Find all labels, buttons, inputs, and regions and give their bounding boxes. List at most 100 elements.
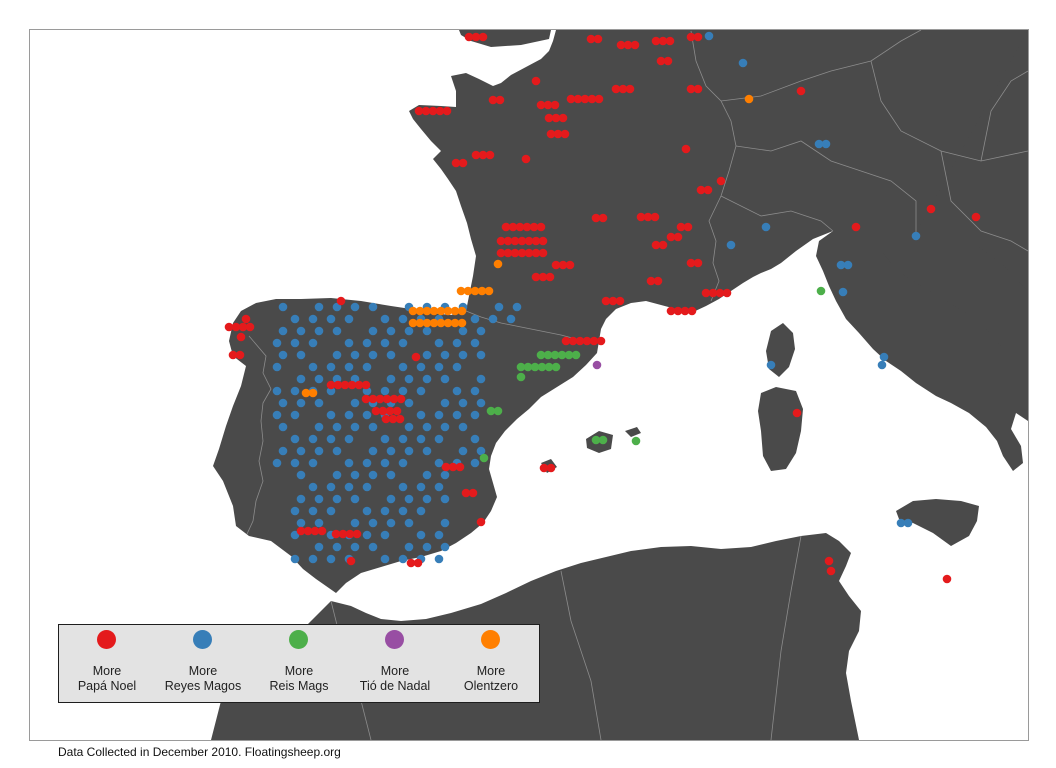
map-point [650,212,660,222]
map-point [398,482,408,492]
map-point [398,434,408,444]
map-point [362,458,372,468]
legend-item: More Tió de Nadal [347,625,443,702]
map-point [673,232,683,242]
map-point [314,446,324,456]
map-point [821,139,831,149]
map-point [290,434,300,444]
map-point [516,372,526,382]
map-point [380,506,390,516]
map-point [550,100,560,110]
map-point [455,462,465,472]
map-point [476,517,486,527]
map-point [458,398,468,408]
map-point [386,470,396,480]
map-point [434,554,444,564]
map-point [361,380,371,390]
map-point [332,494,342,504]
map-point [308,388,318,398]
map-point [278,446,288,456]
map-point [470,410,480,420]
legend-label: More Reyes Magos [164,664,242,693]
map-point [346,556,356,566]
legend-swatch [193,630,212,649]
map-point [593,34,603,44]
map-point [332,470,342,480]
map-point [434,338,444,348]
map-point [478,32,488,42]
map-point [332,326,342,336]
map-point [241,314,251,324]
map-point [398,458,408,468]
map-point [551,362,561,372]
map-point [350,494,360,504]
map-point [290,458,300,468]
map-point [416,482,426,492]
map-point [506,314,516,324]
map-point [386,374,396,384]
map-point [422,326,432,336]
map-point [538,236,548,246]
map-point [653,276,663,286]
map-point [458,422,468,432]
map-point [314,542,324,552]
map-point [826,566,836,576]
map-point [703,185,713,195]
map-point [362,410,372,420]
map-point [368,470,378,480]
legend-item: More Reyes Magos [155,625,251,702]
map-point [457,318,467,328]
map-point [236,332,246,342]
map-point [336,296,346,306]
map-point [290,386,300,396]
map-point [278,326,288,336]
map-point [308,434,318,444]
map-point [416,386,426,396]
map-point [452,362,462,372]
map-point [942,574,952,584]
map-point [296,350,306,360]
map-point [663,56,673,66]
map-point [332,446,342,456]
map-point [416,410,426,420]
map-point [392,406,402,416]
map-point [344,338,354,348]
map-point [484,286,494,296]
map-point [362,338,372,348]
map-point [442,106,452,116]
map-point [681,144,691,154]
map-point [545,272,555,282]
map-point [658,240,668,250]
map-point [380,386,390,396]
map-point [877,360,887,370]
map-point [538,248,548,258]
map-point [386,494,396,504]
legend-item: More Papá Noel [59,625,155,702]
map-point [308,554,318,564]
map-point [235,350,245,360]
map-point [411,352,421,362]
map-point [485,150,495,160]
map-point [470,338,480,348]
map-point [422,542,432,552]
map-point [493,259,503,269]
map-point [368,326,378,336]
map-point [738,58,748,68]
map-point [350,542,360,552]
map-point [290,506,300,516]
map-point [792,408,802,418]
map-point [693,84,703,94]
map-point [296,398,306,408]
map-point [296,494,306,504]
map-point [452,410,462,420]
map-point [314,302,324,312]
map-point [434,434,444,444]
map-point [272,458,282,468]
map-point [536,222,546,232]
map-point [278,302,288,312]
map-point [314,518,324,528]
map-point [317,526,327,536]
map-point [398,338,408,348]
map-point [598,213,608,223]
map-point [362,482,372,492]
